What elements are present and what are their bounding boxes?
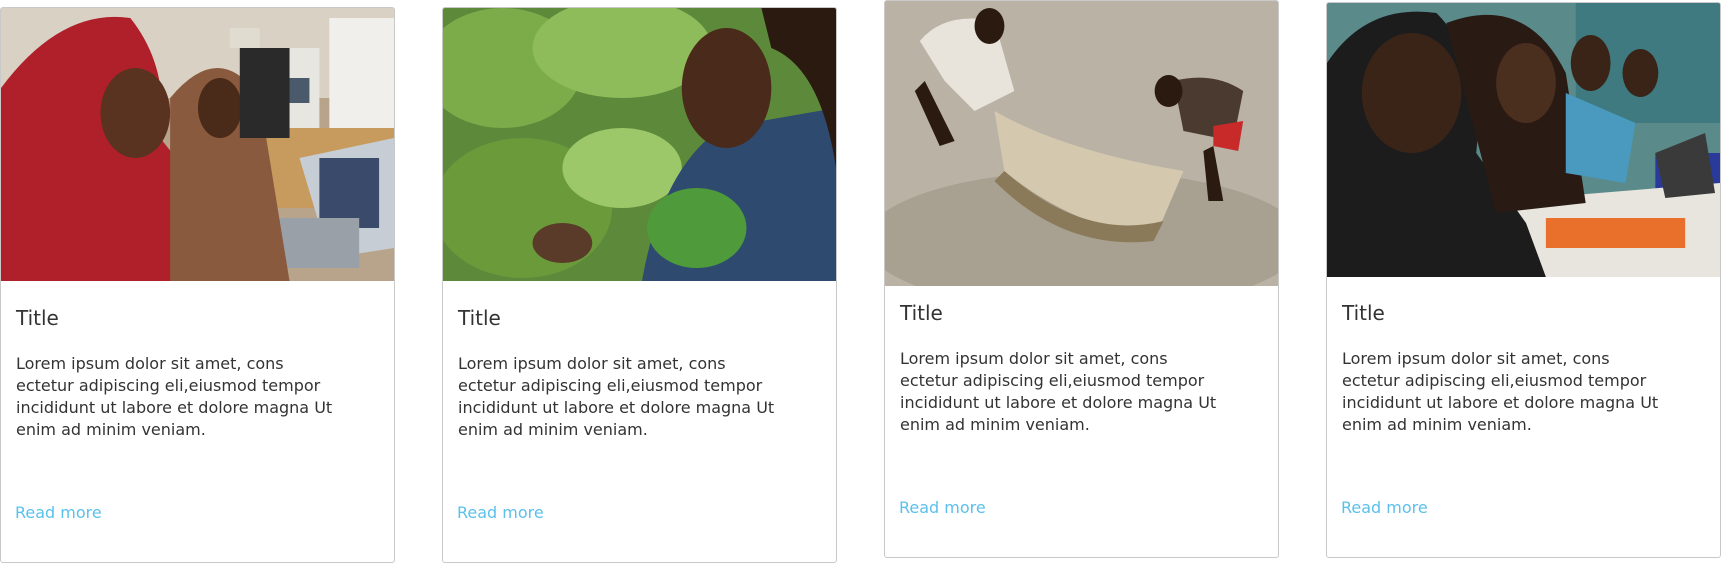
read-more-link[interactable]: Read more (1341, 498, 1428, 517)
card: Title Lorem ipsum dolor sit amet, cons e… (442, 7, 837, 563)
card-image (1, 8, 394, 281)
card-title: Title (16, 306, 59, 330)
card-title: Title (458, 306, 501, 330)
card: Title Lorem ipsum dolor sit amet, cons e… (1326, 2, 1721, 558)
read-more-link[interactable]: Read more (15, 503, 102, 522)
card-row: Title Lorem ipsum dolor sit amet, cons e… (0, 0, 1723, 565)
card-title: Title (1342, 301, 1385, 325)
card-description: Lorem ipsum dolor sit amet, cons ectetur… (16, 354, 333, 439)
card-image (1327, 3, 1720, 277)
card-title: Title (900, 301, 943, 325)
card-description: Lorem ipsum dolor sit amet, cons ectetur… (1342, 349, 1659, 434)
read-more-link[interactable]: Read more (457, 503, 544, 522)
card-image (443, 8, 836, 281)
card: Title Lorem ipsum dolor sit amet, cons e… (884, 0, 1279, 558)
card-description: Lorem ipsum dolor sit amet, cons ectetur… (458, 354, 775, 439)
card-description: Lorem ipsum dolor sit amet, cons ectetur… (900, 349, 1217, 434)
read-more-link[interactable]: Read more (899, 498, 986, 517)
card: Title Lorem ipsum dolor sit amet, cons e… (0, 7, 395, 563)
card-image (885, 1, 1278, 286)
